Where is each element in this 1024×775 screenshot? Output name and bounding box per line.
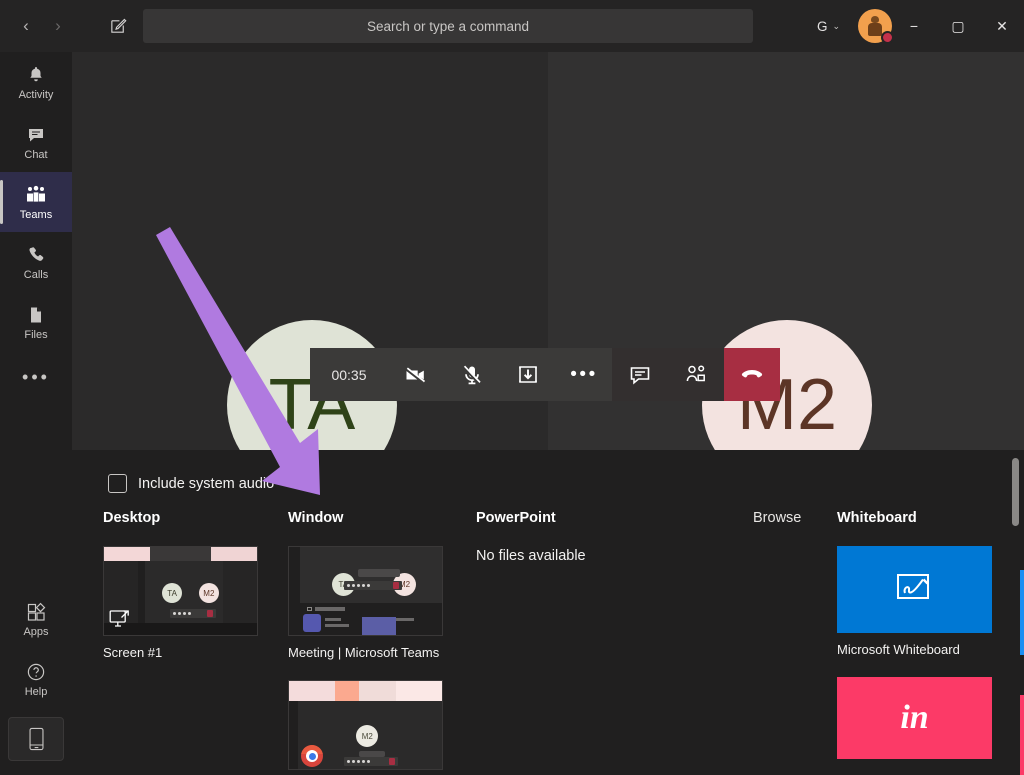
window-share-item[interactable]: M2	[288, 680, 474, 770]
sidebar-item-help[interactable]: Help	[0, 649, 72, 709]
close-button[interactable]: ✕	[980, 0, 1024, 52]
maximize-button[interactable]: ▢	[936, 0, 980, 52]
mic-off-button[interactable]	[444, 348, 500, 401]
search-placeholder: Search or type a command	[366, 18, 530, 34]
phone-icon	[26, 243, 46, 267]
window-thumbnail[interactable]: M2	[288, 680, 443, 770]
sidebar-item-chat[interactable]: Chat	[0, 112, 72, 172]
left-navigation-rail: Activity Chat Teams Calls Files ••• Apps…	[0, 52, 72, 775]
title-bar: ‹ › Search or type a command G ⌄ − ▢ ✕	[0, 0, 1024, 52]
column-heading: Whiteboard	[837, 510, 917, 526]
chevron-down-icon: ⌄	[832, 20, 840, 31]
sidebar-more-button[interactable]: •••	[0, 352, 72, 402]
files-icon	[26, 303, 46, 327]
back-button[interactable]: ‹	[10, 10, 42, 42]
share-screen-button[interactable]	[500, 348, 556, 401]
avatar-head	[871, 16, 879, 23]
hangup-button[interactable]	[724, 348, 780, 401]
column-heading: Desktop	[103, 510, 161, 526]
screen-share-overlay-icon	[109, 609, 133, 629]
sidebar-item-apps[interactable]: Apps	[0, 589, 72, 649]
teams-icon	[25, 183, 47, 207]
freehand-tile[interactable]: in	[837, 677, 992, 759]
column-heading: Window	[288, 510, 344, 526]
sidebar-item-calls[interactable]: Calls	[0, 232, 72, 292]
whiteboard-share-item[interactable]: Microsoft Whiteboard	[837, 546, 1024, 657]
desktop-thumbnail[interactable]: TA M2	[103, 546, 258, 636]
share-column-browse: Browse	[753, 510, 843, 526]
meeting-control-bar: 00:35 •••	[310, 348, 780, 401]
share-content-tray: Include system audio Desktop TA M2 Scree…	[72, 450, 1024, 775]
include-system-audio-label: Include system audio	[138, 475, 275, 492]
status-badge	[881, 31, 894, 44]
meeting-secondary-controls	[612, 348, 724, 401]
camera-off-button[interactable]	[388, 348, 444, 401]
checkbox-box	[108, 474, 127, 493]
chat-button[interactable]	[612, 348, 668, 401]
thumbnail-caption: Screen #1	[103, 645, 163, 660]
forward-button[interactable]: ›	[42, 10, 74, 42]
sidebar-item-activity[interactable]: Activity	[0, 52, 72, 112]
sidebar-item-label: Files	[24, 329, 48, 341]
teams-window: ‹ › Search or type a command G ⌄ − ▢ ✕ A…	[0, 0, 1024, 775]
share-column-window: Window TA M2	[288, 510, 474, 770]
sidebar-item-files[interactable]: Files	[0, 292, 72, 352]
sidebar-item-label: Calls	[23, 269, 49, 281]
more-options-button[interactable]: •••	[556, 348, 612, 401]
sidebar-item-label: Apps	[23, 626, 49, 638]
apps-icon	[26, 600, 46, 624]
meeting-primary-controls: •••	[388, 348, 612, 401]
powerpoint-empty-message: No files available	[476, 548, 586, 564]
compose-icon[interactable]	[100, 9, 136, 43]
avatar[interactable]	[858, 9, 894, 44]
ellipsis-icon: •••	[570, 363, 598, 385]
whiteboard-pen-icon	[892, 567, 938, 612]
whiteboard-share-item[interactable]: in	[837, 677, 1024, 759]
include-system-audio-checkbox[interactable]: Include system audio	[108, 474, 274, 493]
browse-button[interactable]: Browse	[753, 510, 843, 526]
sidebar-item-teams[interactable]: Teams	[0, 172, 72, 232]
minimize-button[interactable]: −	[892, 0, 936, 52]
mobile-device-icon[interactable]	[8, 717, 64, 761]
window-share-item[interactable]: TA M2	[288, 546, 474, 660]
sidebar-item-label: Teams	[19, 209, 53, 221]
navigation-arrows: ‹ ›	[10, 10, 74, 42]
sidebar-item-label: Chat	[24, 149, 48, 161]
thumbnail-caption: Microsoft Whiteboard	[837, 642, 960, 657]
chat-icon	[26, 123, 46, 147]
participants-button[interactable]	[668, 348, 724, 401]
window-thumbnail[interactable]: TA M2	[288, 546, 443, 636]
share-column-whiteboard: Whiteboard Microsoft Whiteboard in	[837, 510, 1024, 759]
bell-icon	[26, 63, 46, 87]
search-input[interactable]: Search or type a command	[143, 9, 753, 43]
org-switcher[interactable]: G ⌄	[811, 15, 846, 38]
profile-area: G ⌄ − ▢ ✕	[811, 0, 1024, 52]
thumbnail-caption: Meeting | Microsoft Teams	[288, 645, 440, 660]
avatar-body	[868, 23, 882, 36]
sidebar-item-label: Activity	[18, 89, 54, 101]
microsoft-whiteboard-tile[interactable]	[837, 546, 992, 633]
rail-bottom-section: Apps Help	[0, 589, 72, 775]
meeting-timer: 00:35	[310, 348, 388, 401]
help-icon	[26, 660, 46, 684]
org-label: G	[816, 18, 828, 34]
desktop-share-item[interactable]: TA M2 Screen #1	[103, 546, 289, 660]
share-column-desktop: Desktop TA M2 Screen #1	[103, 510, 289, 660]
sidebar-item-label: Help	[24, 686, 48, 698]
